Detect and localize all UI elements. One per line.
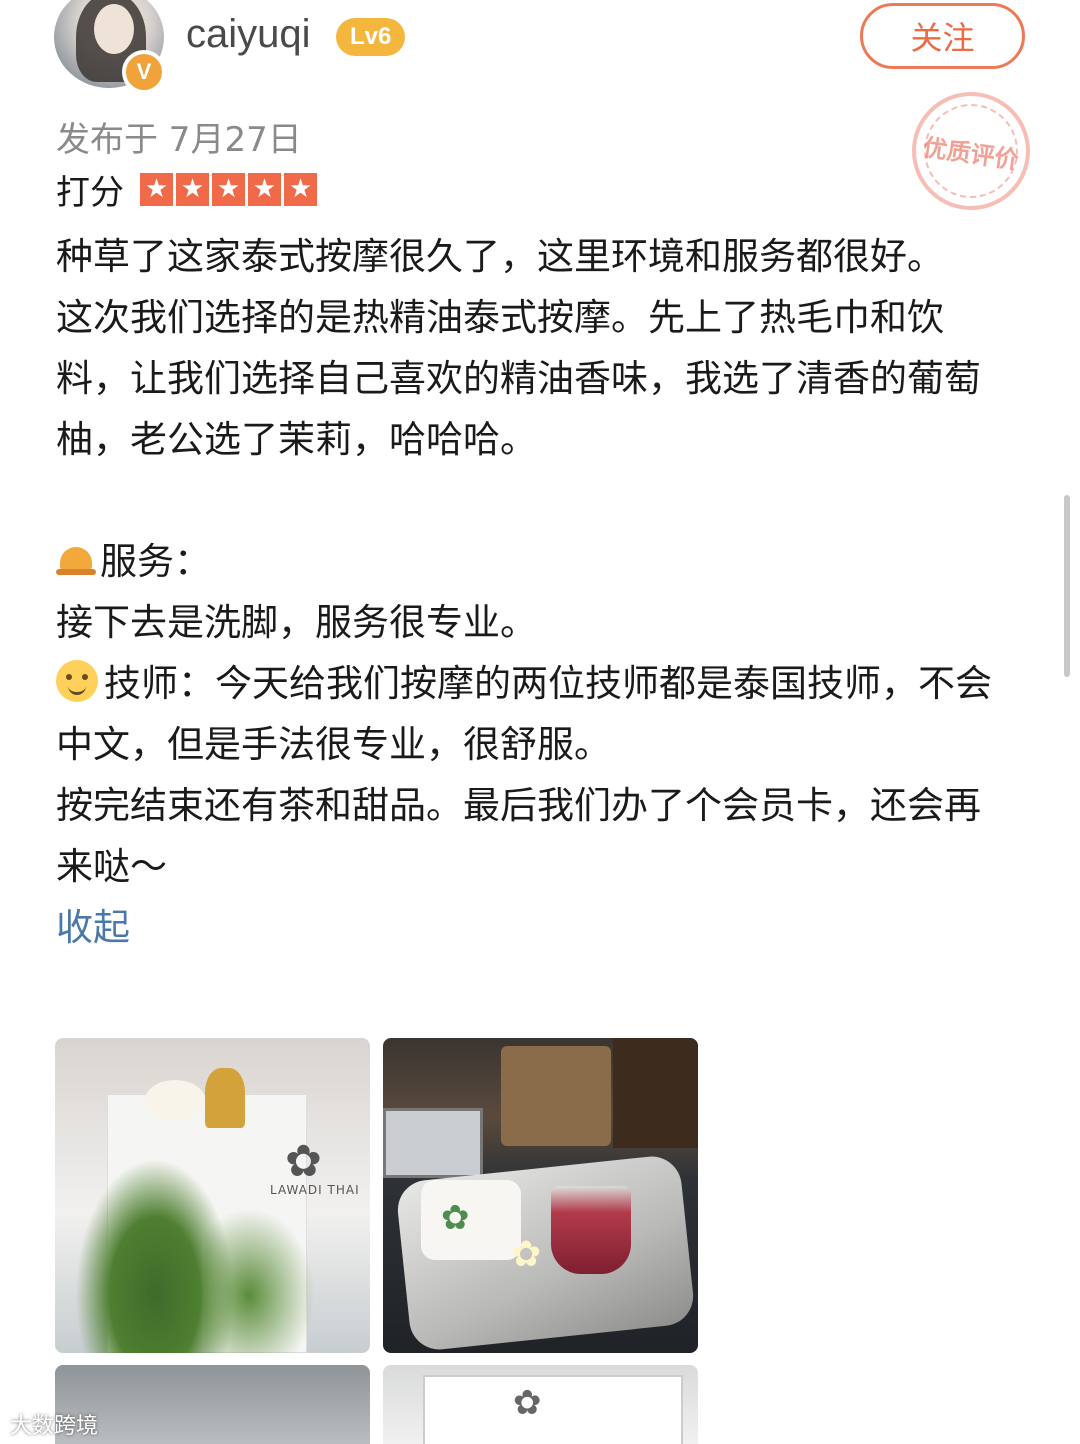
drink-cup [551, 1186, 631, 1274]
rating-label: 打分 [56, 172, 124, 213]
plant [205, 1208, 315, 1353]
verified-badge-icon: V [122, 50, 166, 94]
review-text: 种草了这家泰式按摩很久了，这里环境和服务都很好。 这次我们选择的是热精油泰式按摩… [56, 226, 1016, 958]
smiling-face-icon [56, 660, 98, 702]
photo-reception[interactable]: ✿ LAWADI THAI [55, 1038, 370, 1353]
star-icon: ★ [284, 172, 317, 206]
watermark: 大数跨境 [10, 1414, 99, 1439]
golden-statue [205, 1068, 245, 1128]
follow-button[interactable]: 关注 [860, 3, 1025, 69]
star-rating: ★ ★ ★ ★ ★ [140, 172, 317, 206]
review-paragraph-service: 服务： [56, 531, 1016, 592]
flower-logo-icon: ✿ [513, 1383, 542, 1423]
star-icon: ★ [176, 172, 209, 206]
star-icon: ★ [212, 172, 245, 206]
review-paragraph-technician: 技师：今天给我们按摩的两位技师都是泰国技师，不会中文，但是手法很专业，很舒服。 [56, 653, 1016, 775]
scrollbar[interactable] [1064, 495, 1070, 677]
quality-review-stamp-icon: 优质评价 [901, 81, 1041, 221]
rolled-towel [421, 1180, 521, 1260]
review-technician-text: 技师：今天给我们按摩的两位技师都是泰国技师，不会中文，但是手法很专业，很舒服。 [56, 662, 992, 766]
review-paragraph: 按完结束还有茶和甜品。最后我们办了个会员卡，还会再来哒～ [56, 784, 981, 888]
star-icon: ★ [140, 172, 173, 206]
review-header: V caiyuqi Lv6 关注 [0, 0, 1080, 100]
username[interactable]: caiyuqi [186, 12, 311, 57]
review-heading-service: 服务： [100, 540, 211, 583]
bellhop-icon [56, 539, 96, 579]
review-paragraph: 这次我们选择的是热精油泰式按摩。先上了热毛巾和饮料，让我们选择自己喜欢的精油香味… [56, 296, 981, 461]
photo-towel-drink[interactable]: ✿ ✿ [383, 1038, 698, 1353]
gift-box [423, 1375, 683, 1444]
frangipani-flower-icon: ✿ [511, 1234, 542, 1275]
tablet [383, 1108, 483, 1178]
photo-ceiling[interactable] [55, 1365, 370, 1444]
herbal-tray [501, 1046, 611, 1146]
publish-date: 发布于 7月27日 [56, 120, 302, 160]
flower-logo-icon: ✿ [285, 1136, 322, 1187]
review-paragraph: 接下去是洗脚，服务很专业。 [56, 601, 537, 644]
level-badge: Lv6 [336, 18, 406, 56]
collapse-link[interactable]: 收起 [56, 897, 1016, 958]
review-paragraph: 种草了这家泰式按摩很久了，这里环境和服务都很好。 [56, 235, 944, 278]
star-icon: ★ [248, 172, 281, 206]
flower-logo-icon: ✿ [441, 1198, 470, 1238]
photo-gift-box[interactable]: ✿ [383, 1365, 698, 1444]
white-flowers [145, 1080, 205, 1120]
wooden-box [613, 1038, 698, 1148]
shop-logo-text: LAWADI THAI [270, 1183, 360, 1197]
rating-row: 打分 ★ ★ ★ ★ ★ [56, 166, 317, 213]
avatar-face [94, 4, 134, 54]
